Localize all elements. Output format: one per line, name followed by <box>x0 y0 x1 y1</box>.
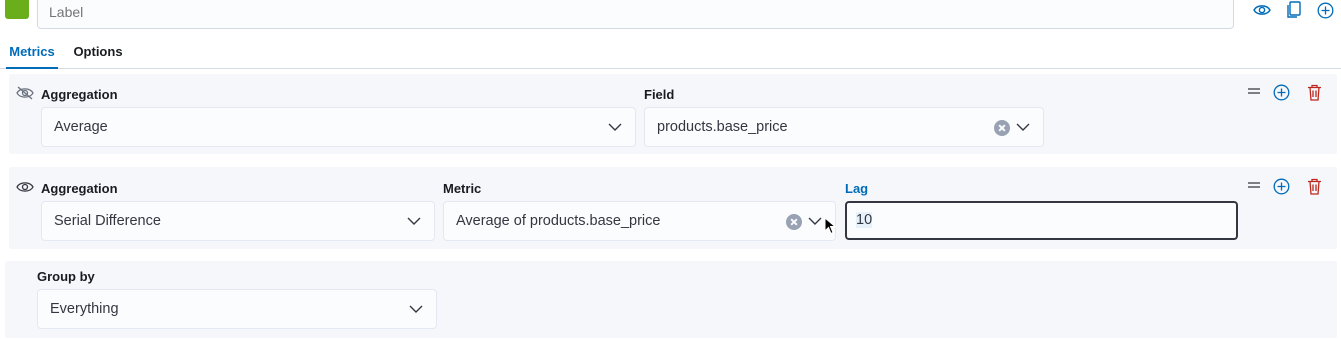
group-by-value: Everything <box>50 301 119 317</box>
drag-handle-icon[interactable] <box>1245 82 1263 100</box>
drag-handle-icon[interactable] <box>1245 176 1263 194</box>
aggregation-value: Serial Difference <box>54 213 161 229</box>
eye-icon[interactable] <box>1253 1 1271 19</box>
metric-select[interactable]: Average of products.base_price <box>443 201 836 241</box>
delete-metric-icon[interactable] <box>1305 83 1323 101</box>
eye-icon[interactable] <box>16 180 34 199</box>
metric-label: Metric <box>443 181 482 196</box>
tab-metrics[interactable]: Metrics <box>6 38 58 69</box>
series-label-input[interactable] <box>37 0 1234 29</box>
lag-value: 10 <box>856 212 873 228</box>
delete-metric-icon[interactable] <box>1305 177 1323 195</box>
add-series-icon[interactable] <box>1316 1 1334 19</box>
aggregation-select[interactable]: Serial Difference <box>41 201 435 241</box>
chevron-down-icon <box>1016 123 1030 131</box>
group-by-select[interactable]: Everything <box>37 289 437 329</box>
field-value: products.base_price <box>657 119 788 135</box>
aggregation-value: Average <box>54 119 108 135</box>
lag-input[interactable]: 10 <box>845 201 1238 240</box>
chevron-down-icon <box>409 305 423 313</box>
clear-icon[interactable] <box>994 120 1010 136</box>
chevron-down-icon <box>808 217 822 225</box>
clear-icon[interactable] <box>786 214 802 230</box>
chevron-down-icon <box>407 217 421 225</box>
lag-label: Lag <box>845 181 869 196</box>
series-tabs: Metrics Options <box>0 38 1341 69</box>
metric-value: Average of products.base_price <box>456 213 661 229</box>
aggregation-label: Aggregation <box>41 181 118 196</box>
field-select[interactable]: products.base_price <box>644 107 1044 147</box>
series-color-swatch[interactable] <box>5 0 29 19</box>
add-metric-icon[interactable] <box>1272 177 1290 195</box>
mouse-cursor-icon <box>824 216 837 240</box>
aggregation-label: Aggregation <box>41 87 118 102</box>
clone-icon[interactable] <box>1285 1 1303 19</box>
aggregation-select[interactable]: Average <box>41 107 636 147</box>
add-metric-icon[interactable] <box>1272 83 1290 101</box>
eye-closed-icon[interactable] <box>16 86 34 105</box>
tab-options[interactable]: Options <box>72 38 124 69</box>
chevron-down-icon <box>608 123 622 131</box>
field-label: Field <box>644 87 675 102</box>
group-by-label: Group by <box>37 269 95 284</box>
